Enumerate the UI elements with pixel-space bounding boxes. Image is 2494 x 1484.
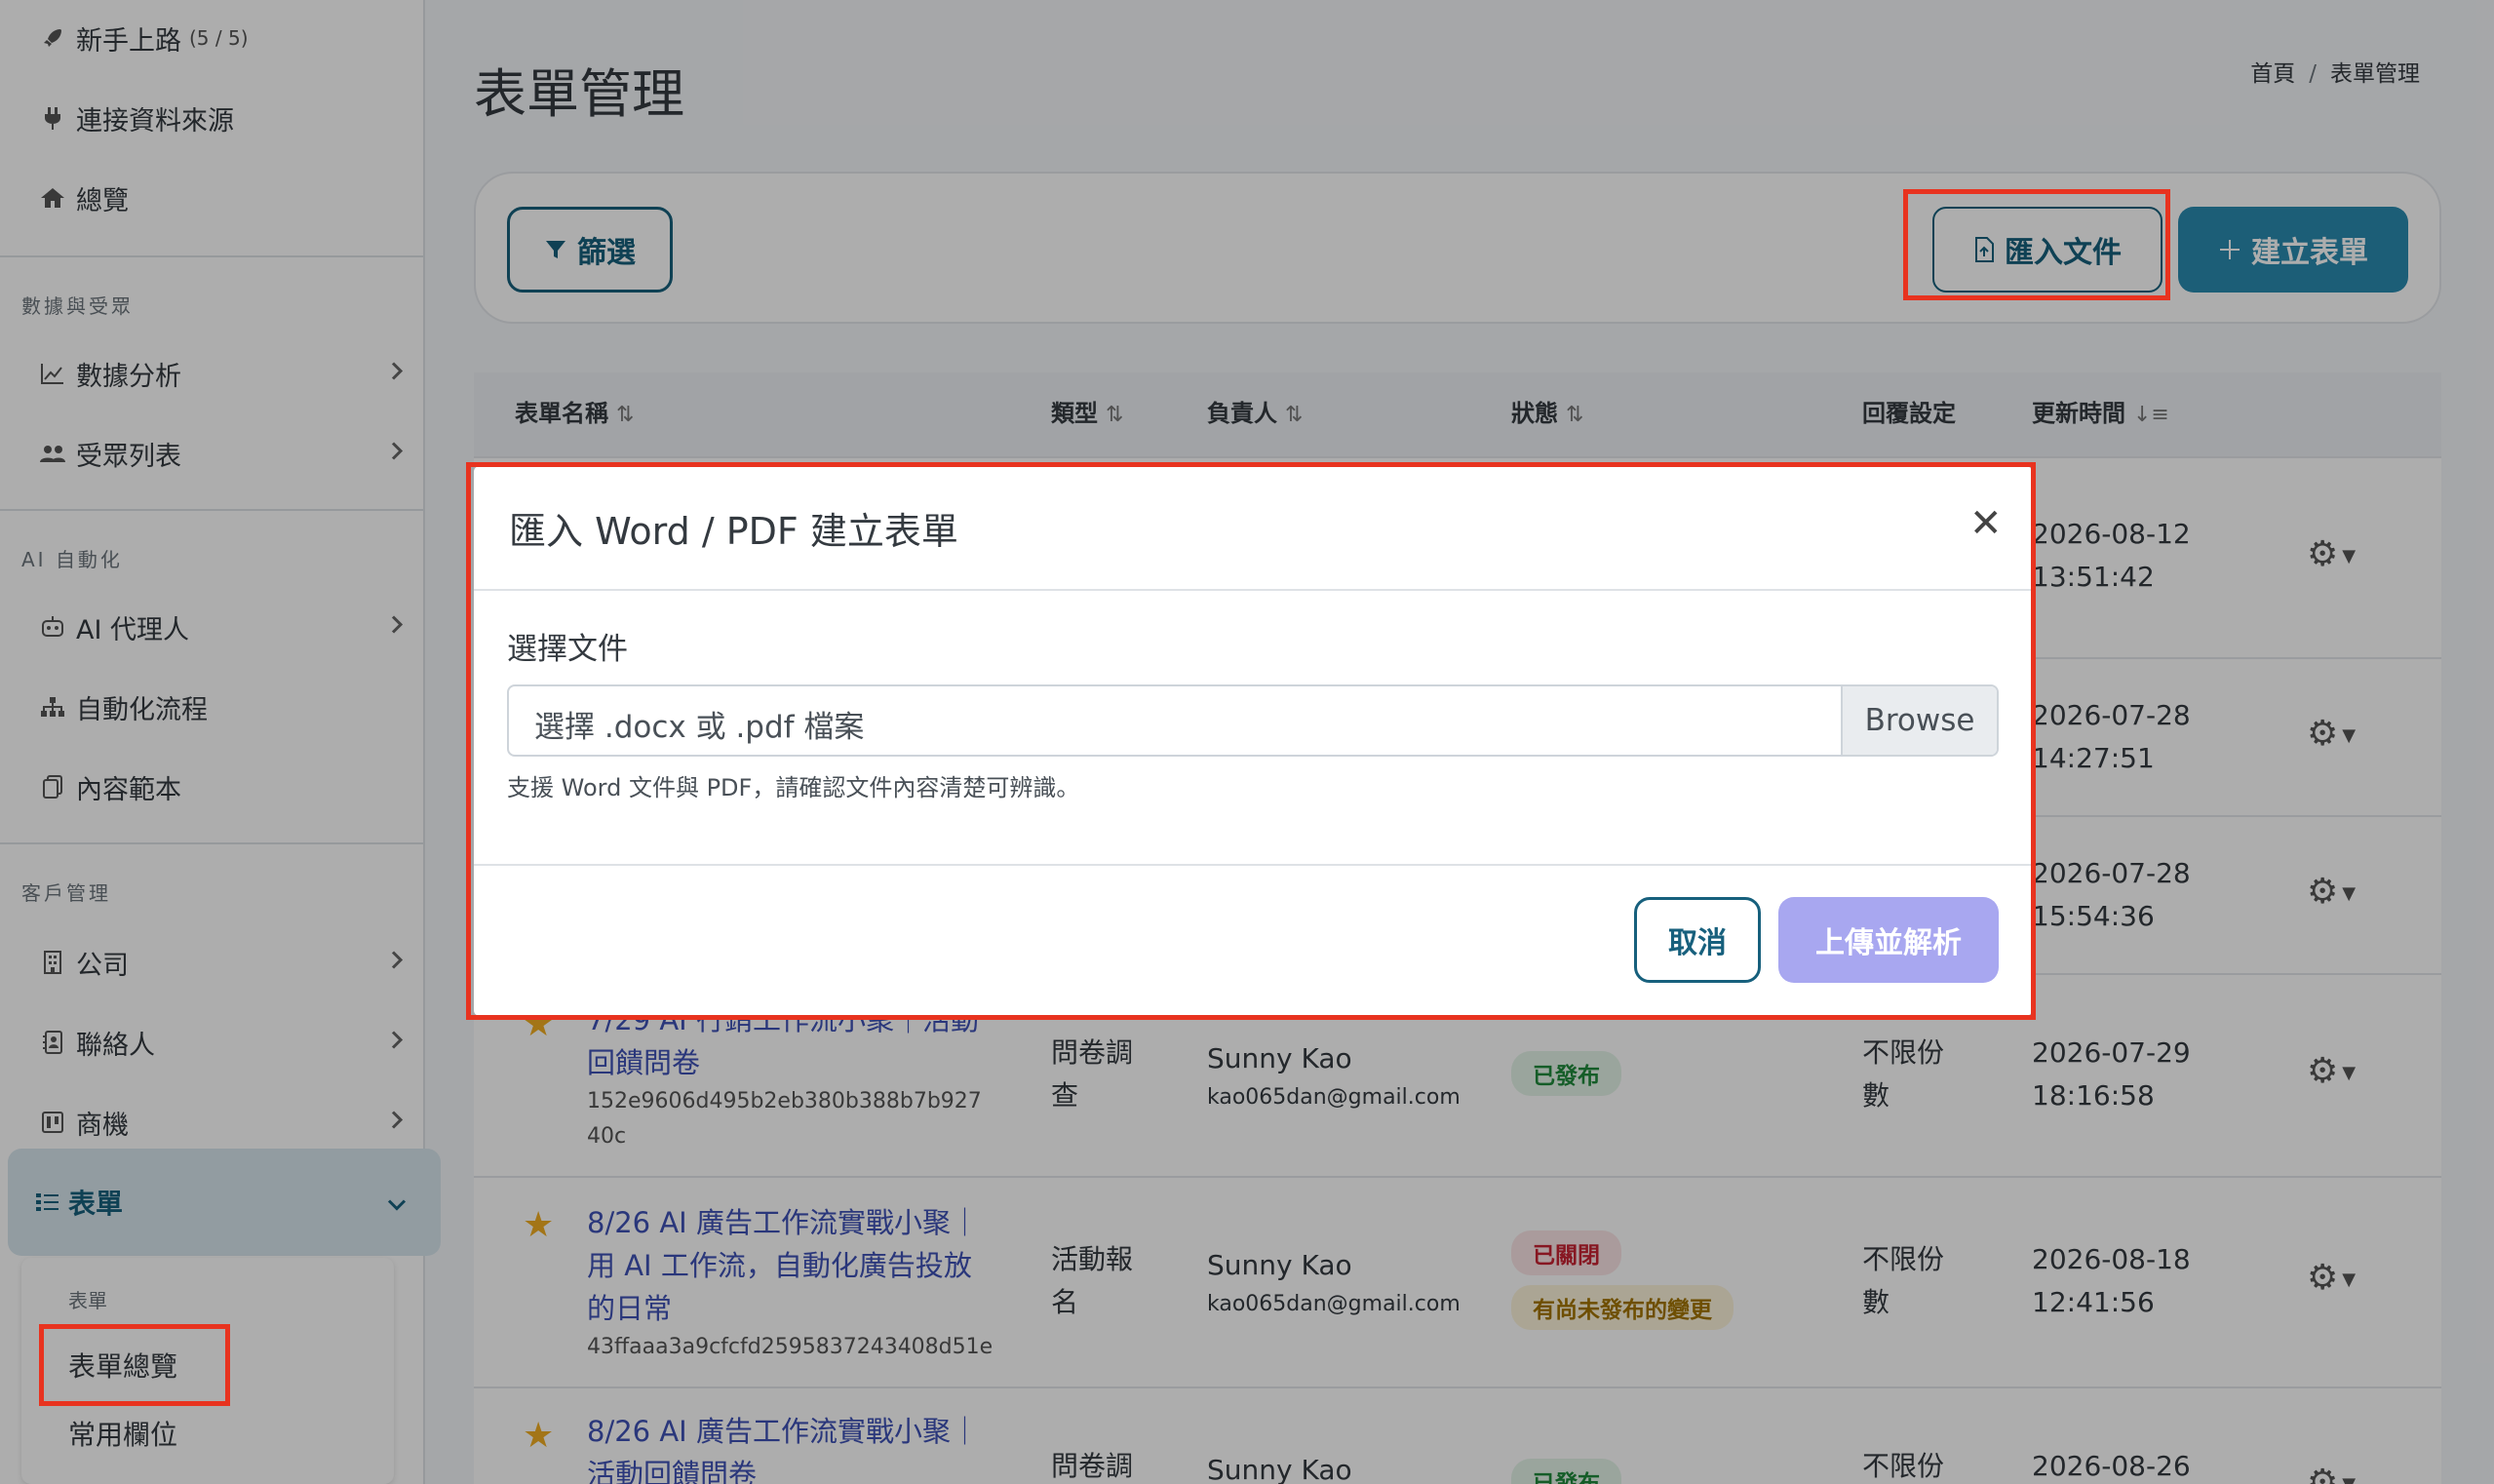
highlight-modal	[466, 462, 2036, 1020]
highlight-forms-overview	[39, 1324, 230, 1406]
highlight-import-button	[1903, 189, 2170, 300]
